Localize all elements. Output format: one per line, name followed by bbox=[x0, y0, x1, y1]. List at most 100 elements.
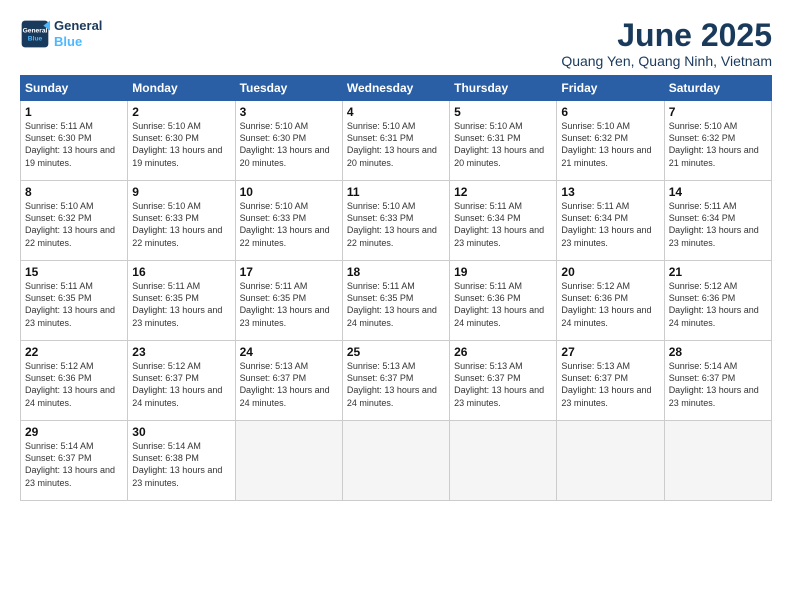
day-cell-26: 26 Sunrise: 5:13 AMSunset: 6:37 PMDaylig… bbox=[450, 341, 557, 421]
day-info: Sunrise: 5:14 AMSunset: 6:37 PMDaylight:… bbox=[25, 441, 115, 487]
day-number: 2 bbox=[132, 105, 230, 119]
day-cell-22: 22 Sunrise: 5:12 AMSunset: 6:36 PMDaylig… bbox=[21, 341, 128, 421]
day-number: 7 bbox=[669, 105, 767, 119]
day-info: Sunrise: 5:10 AMSunset: 6:30 PMDaylight:… bbox=[240, 121, 330, 167]
day-number: 10 bbox=[240, 185, 338, 199]
day-info: Sunrise: 5:13 AMSunset: 6:37 PMDaylight:… bbox=[561, 361, 651, 407]
day-number: 29 bbox=[25, 425, 123, 439]
day-info: Sunrise: 5:11 AMSunset: 6:36 PMDaylight:… bbox=[454, 281, 544, 327]
day-number: 20 bbox=[561, 265, 659, 279]
calendar-table: Sunday Monday Tuesday Wednesday Thursday… bbox=[20, 75, 772, 501]
day-cell-27: 27 Sunrise: 5:13 AMSunset: 6:37 PMDaylig… bbox=[557, 341, 664, 421]
day-number: 27 bbox=[561, 345, 659, 359]
header-saturday: Saturday bbox=[664, 76, 771, 101]
logo-text-line1: General bbox=[54, 18, 102, 34]
day-info: Sunrise: 5:10 AMSunset: 6:31 PMDaylight:… bbox=[454, 121, 544, 167]
day-cell-7: 7 Sunrise: 5:10 AMSunset: 6:32 PMDayligh… bbox=[664, 101, 771, 181]
calendar-week-row: 15 Sunrise: 5:11 AMSunset: 6:35 PMDaylig… bbox=[21, 261, 772, 341]
empty-cell bbox=[450, 421, 557, 501]
day-cell-18: 18 Sunrise: 5:11 AMSunset: 6:35 PMDaylig… bbox=[342, 261, 449, 341]
day-cell-9: 9 Sunrise: 5:10 AMSunset: 6:33 PMDayligh… bbox=[128, 181, 235, 261]
calendar-week-row: 22 Sunrise: 5:12 AMSunset: 6:36 PMDaylig… bbox=[21, 341, 772, 421]
day-cell-12: 12 Sunrise: 5:11 AMSunset: 6:34 PMDaylig… bbox=[450, 181, 557, 261]
day-info: Sunrise: 5:11 AMSunset: 6:30 PMDaylight:… bbox=[25, 121, 115, 167]
day-info: Sunrise: 5:10 AMSunset: 6:31 PMDaylight:… bbox=[347, 121, 437, 167]
day-cell-16: 16 Sunrise: 5:11 AMSunset: 6:35 PMDaylig… bbox=[128, 261, 235, 341]
logo-text-line2: Blue bbox=[54, 34, 102, 50]
day-cell-1: 1 Sunrise: 5:11 AMSunset: 6:30 PMDayligh… bbox=[21, 101, 128, 181]
header-wednesday: Wednesday bbox=[342, 76, 449, 101]
day-info: Sunrise: 5:11 AMSunset: 6:35 PMDaylight:… bbox=[347, 281, 437, 327]
header-sunday: Sunday bbox=[21, 76, 128, 101]
day-number: 17 bbox=[240, 265, 338, 279]
header-monday: Monday bbox=[128, 76, 235, 101]
calendar-page: General Blue General Blue June 2025 Quan… bbox=[0, 0, 792, 612]
day-info: Sunrise: 5:13 AMSunset: 6:37 PMDaylight:… bbox=[240, 361, 330, 407]
day-number: 9 bbox=[132, 185, 230, 199]
day-info: Sunrise: 5:12 AMSunset: 6:36 PMDaylight:… bbox=[25, 361, 115, 407]
day-number: 19 bbox=[454, 265, 552, 279]
day-number: 28 bbox=[669, 345, 767, 359]
svg-text:Blue: Blue bbox=[28, 35, 43, 42]
calendar-title: June 2025 bbox=[561, 18, 772, 53]
day-info: Sunrise: 5:10 AMSunset: 6:32 PMDaylight:… bbox=[561, 121, 651, 167]
day-cell-13: 13 Sunrise: 5:11 AMSunset: 6:34 PMDaylig… bbox=[557, 181, 664, 261]
day-number: 5 bbox=[454, 105, 552, 119]
header-friday: Friday bbox=[557, 76, 664, 101]
day-cell-21: 21 Sunrise: 5:12 AMSunset: 6:36 PMDaylig… bbox=[664, 261, 771, 341]
day-info: Sunrise: 5:14 AMSunset: 6:37 PMDaylight:… bbox=[669, 361, 759, 407]
empty-cell bbox=[664, 421, 771, 501]
day-cell-23: 23 Sunrise: 5:12 AMSunset: 6:37 PMDaylig… bbox=[128, 341, 235, 421]
day-number: 12 bbox=[454, 185, 552, 199]
day-info: Sunrise: 5:11 AMSunset: 6:35 PMDaylight:… bbox=[25, 281, 115, 327]
day-cell-11: 11 Sunrise: 5:10 AMSunset: 6:33 PMDaylig… bbox=[342, 181, 449, 261]
header-thursday: Thursday bbox=[450, 76, 557, 101]
day-number: 15 bbox=[25, 265, 123, 279]
day-number: 4 bbox=[347, 105, 445, 119]
logo: General Blue General Blue bbox=[20, 18, 102, 49]
header: General Blue General Blue June 2025 Quan… bbox=[20, 18, 772, 69]
day-cell-2: 2 Sunrise: 5:10 AMSunset: 6:30 PMDayligh… bbox=[128, 101, 235, 181]
day-number: 24 bbox=[240, 345, 338, 359]
day-cell-6: 6 Sunrise: 5:10 AMSunset: 6:32 PMDayligh… bbox=[557, 101, 664, 181]
day-number: 25 bbox=[347, 345, 445, 359]
day-number: 16 bbox=[132, 265, 230, 279]
logo-icon: General Blue bbox=[20, 19, 50, 49]
calendar-week-row: 1 Sunrise: 5:11 AMSunset: 6:30 PMDayligh… bbox=[21, 101, 772, 181]
day-info: Sunrise: 5:10 AMSunset: 6:33 PMDaylight:… bbox=[132, 201, 222, 247]
empty-cell bbox=[557, 421, 664, 501]
day-number: 22 bbox=[25, 345, 123, 359]
day-cell-4: 4 Sunrise: 5:10 AMSunset: 6:31 PMDayligh… bbox=[342, 101, 449, 181]
day-info: Sunrise: 5:11 AMSunset: 6:34 PMDaylight:… bbox=[561, 201, 651, 247]
day-cell-15: 15 Sunrise: 5:11 AMSunset: 6:35 PMDaylig… bbox=[21, 261, 128, 341]
day-info: Sunrise: 5:10 AMSunset: 6:33 PMDaylight:… bbox=[347, 201, 437, 247]
calendar-body: 1 Sunrise: 5:11 AMSunset: 6:30 PMDayligh… bbox=[21, 101, 772, 501]
empty-cell bbox=[342, 421, 449, 501]
day-number: 6 bbox=[561, 105, 659, 119]
day-info: Sunrise: 5:11 AMSunset: 6:35 PMDaylight:… bbox=[240, 281, 330, 327]
day-info: Sunrise: 5:10 AMSunset: 6:32 PMDaylight:… bbox=[669, 121, 759, 167]
day-cell-28: 28 Sunrise: 5:14 AMSunset: 6:37 PMDaylig… bbox=[664, 341, 771, 421]
day-info: Sunrise: 5:10 AMSunset: 6:32 PMDaylight:… bbox=[25, 201, 115, 247]
day-cell-3: 3 Sunrise: 5:10 AMSunset: 6:30 PMDayligh… bbox=[235, 101, 342, 181]
day-info: Sunrise: 5:11 AMSunset: 6:34 PMDaylight:… bbox=[454, 201, 544, 247]
day-cell-10: 10 Sunrise: 5:10 AMSunset: 6:33 PMDaylig… bbox=[235, 181, 342, 261]
day-cell-8: 8 Sunrise: 5:10 AMSunset: 6:32 PMDayligh… bbox=[21, 181, 128, 261]
day-number: 13 bbox=[561, 185, 659, 199]
calendar-subtitle: Quang Yen, Quang Ninh, Vietnam bbox=[561, 53, 772, 69]
day-info: Sunrise: 5:12 AMSunset: 6:36 PMDaylight:… bbox=[669, 281, 759, 327]
day-info: Sunrise: 5:10 AMSunset: 6:30 PMDaylight:… bbox=[132, 121, 222, 167]
svg-text:General: General bbox=[23, 27, 48, 34]
day-cell-14: 14 Sunrise: 5:11 AMSunset: 6:34 PMDaylig… bbox=[664, 181, 771, 261]
day-number: 30 bbox=[132, 425, 230, 439]
calendar-week-row: 29 Sunrise: 5:14 AMSunset: 6:37 PMDaylig… bbox=[21, 421, 772, 501]
day-cell-17: 17 Sunrise: 5:11 AMSunset: 6:35 PMDaylig… bbox=[235, 261, 342, 341]
empty-cell bbox=[235, 421, 342, 501]
day-number: 26 bbox=[454, 345, 552, 359]
day-info: Sunrise: 5:13 AMSunset: 6:37 PMDaylight:… bbox=[454, 361, 544, 407]
day-number: 23 bbox=[132, 345, 230, 359]
day-info: Sunrise: 5:13 AMSunset: 6:37 PMDaylight:… bbox=[347, 361, 437, 407]
day-info: Sunrise: 5:14 AMSunset: 6:38 PMDaylight:… bbox=[132, 441, 222, 487]
day-info: Sunrise: 5:11 AMSunset: 6:34 PMDaylight:… bbox=[669, 201, 759, 247]
day-cell-29: 29 Sunrise: 5:14 AMSunset: 6:37 PMDaylig… bbox=[21, 421, 128, 501]
